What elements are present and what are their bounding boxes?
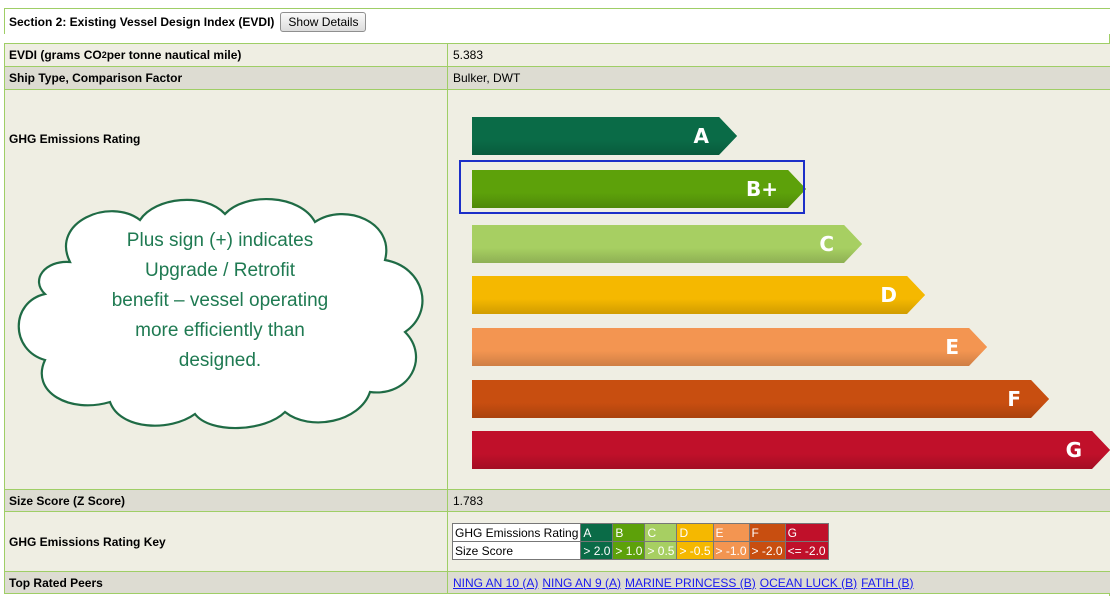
key-grade-e: E	[712, 523, 750, 542]
rating-bar-f: F	[472, 380, 1049, 418]
peer-link[interactable]: NING AN 9 (A)	[542, 576, 621, 590]
evdi-label: EVDI (grams CO 2 per tonne nautical mile)	[5, 44, 446, 66]
key-score-row: Size Score > 2.0 > 1.0 > 0.5 > -0.5 > -1.0 > …	[451, 541, 829, 560]
peer-link[interactable]: NING AN 10 (A)	[453, 576, 538, 590]
peer-link[interactable]: OCEAN LUCK (B)	[760, 576, 857, 590]
ship-type-value: Bulker, DWT	[447, 67, 1110, 89]
key-grade-d: D	[676, 523, 714, 542]
callout-line: Upgrade / Retrofit	[145, 260, 295, 281]
key-score-c: > 0.5	[644, 541, 678, 560]
rating-bar-e: E	[472, 328, 987, 366]
evdi-value: 5.383	[447, 44, 1110, 66]
peers-label: Top Rated Peers	[9, 575, 103, 590]
ship-type-label: Ship Type, Comparison Factor	[9, 71, 183, 85]
key-grade-a: A	[580, 523, 614, 542]
key-grade-c: C	[644, 523, 678, 542]
rating-bar-d: D	[472, 276, 925, 314]
key-grade-g: G	[784, 523, 829, 542]
rating-key-cell: GHG Emissions Rating ABCDEFG Size Score …	[447, 512, 1110, 571]
key-score-d: > -0.5	[676, 541, 714, 560]
rating-bar-c: C	[472, 225, 862, 263]
key-grade-row: GHG Emissions Rating ABCDEFG	[451, 523, 829, 542]
rating-key-table: GHG Emissions Rating ABCDEFG Size Score …	[451, 523, 829, 560]
ship-type-row: Ship Type, Comparison Factor Bulker, DWT	[4, 66, 1110, 89]
selected-rating-highlight	[459, 160, 805, 214]
rating-bar-a: A	[472, 117, 737, 155]
section-header-row: Section 2: Existing Vessel Design Index …	[4, 8, 1110, 34]
key-grade-b: B	[612, 523, 646, 542]
show-details-button[interactable]: Show Details	[280, 11, 367, 32]
peers-row: Top Rated Peers NING AN 10 (A) NING AN 9 …	[4, 571, 1110, 594]
rating-key-label: GHG Emissions Rating Key	[9, 534, 166, 549]
callout-line: Plus sign (+) indicates	[126, 230, 314, 251]
key-score-b: > 1.0	[612, 541, 646, 560]
ghg-rating-label: GHG Emissions Rating	[9, 132, 141, 146]
key-score-e: > -1.0	[712, 541, 750, 560]
size-score-row: Size Score (Z Score) 1.783	[4, 489, 1110, 511]
key-score-header: Size Score	[451, 541, 582, 560]
size-score-value: 1.783	[447, 490, 1110, 511]
evdi-label-text-end: per tonne nautical mile)	[106, 48, 242, 62]
callout-line: designed.	[178, 350, 262, 371]
section-title: Section 2: Existing Vessel Design Index …	[9, 14, 275, 29]
rating-bar-g: G	[472, 431, 1110, 469]
peers-links: NING AN 10 (A) NING AN 9 (A) MARINE PRINCE…	[447, 572, 1110, 593]
callout-line: benefit – vessel operating	[111, 290, 329, 311]
key-rating-header: GHG Emissions Rating	[451, 523, 582, 542]
key-grade-f: F	[748, 523, 786, 542]
rating-key-row: GHG Emissions Rating Key GHG Emissions R…	[4, 511, 1110, 571]
key-score-a: > 2.0	[580, 541, 614, 560]
size-score-label: Size Score (Z Score)	[9, 493, 126, 508]
callout-line: more efficiently than	[135, 320, 305, 341]
peer-link[interactable]: FATIH (B)	[861, 576, 913, 590]
evdi-label-text: EVDI (grams CO	[9, 48, 102, 62]
callout-text: Plus sign (+) indicates Upgrade / Retrof…	[70, 226, 370, 376]
peer-link[interactable]: MARINE PRINCESS (B)	[625, 576, 756, 590]
key-score-f: > -2.0	[748, 541, 786, 560]
key-score-g: <= -2.0	[784, 541, 829, 560]
evdi-row: EVDI (grams CO 2 per tonne nautical mile)…	[4, 43, 1110, 66]
